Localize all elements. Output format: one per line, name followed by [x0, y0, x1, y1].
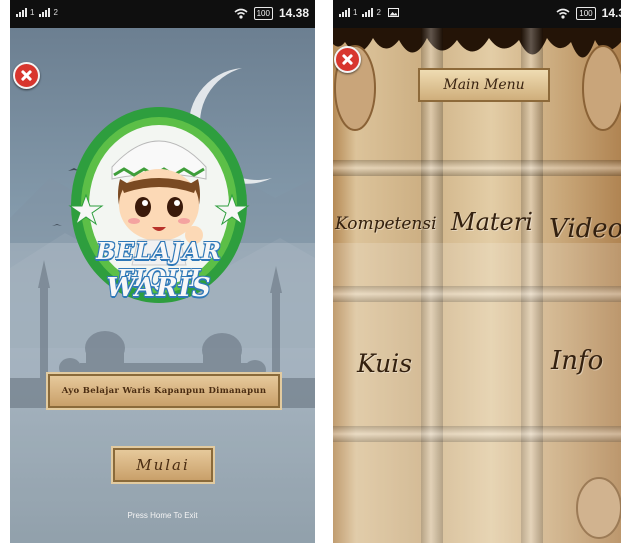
parchment-background — [333, 28, 621, 543]
image-icon — [387, 8, 399, 17]
exit-hint: Press Home To Exit — [127, 511, 198, 520]
close-icon[interactable] — [13, 62, 40, 89]
signal-indicators: 1 2 — [339, 8, 399, 17]
signal-icon — [339, 8, 350, 17]
battery-icon: 100 — [576, 6, 596, 20]
wifi-icon — [234, 8, 248, 19]
battery-icon: 100 — [253, 6, 273, 20]
tagline-plaque: Ayo Belajar Waris Kapanpun Dimanapun — [48, 374, 280, 408]
scroll-fold — [333, 160, 621, 176]
menu-kompetensi[interactable]: Kompetensi — [335, 214, 437, 234]
status-bar: 1 2 100 14.3 — [333, 0, 621, 28]
menu-kuis[interactable]: Kuis — [357, 349, 412, 378]
lower-overlay — [333, 243, 621, 543]
splash-screen: 1 2 100 14.38 BELAJAR FIQIH WARIS Ayo Be… — [10, 0, 315, 543]
main-menu-title: Main Menu — [418, 68, 550, 102]
clock: 14.38 — [278, 6, 309, 20]
start-button[interactable]: Mulai — [113, 448, 213, 482]
clock: 14.3 — [601, 6, 621, 20]
close-icon[interactable] — [334, 46, 361, 73]
menu-info[interactable]: Info — [551, 346, 603, 376]
signal-icon — [362, 8, 374, 17]
app-logo: BELAJAR FIQIH WARIS — [68, 105, 250, 325]
signal-icon — [16, 8, 27, 17]
menu-materi[interactable]: Materi — [451, 208, 533, 236]
main-menu-screen: 1 2 100 14.3 — [333, 0, 621, 543]
signal-icon — [39, 8, 51, 17]
menu-video[interactable]: Video — [549, 214, 621, 244]
wifi-icon — [556, 8, 570, 19]
logo-title-line2: WARIS — [106, 273, 212, 303]
status-bar: 1 2 100 14.38 — [10, 0, 315, 28]
signal-indicators: 1 2 — [16, 8, 61, 17]
